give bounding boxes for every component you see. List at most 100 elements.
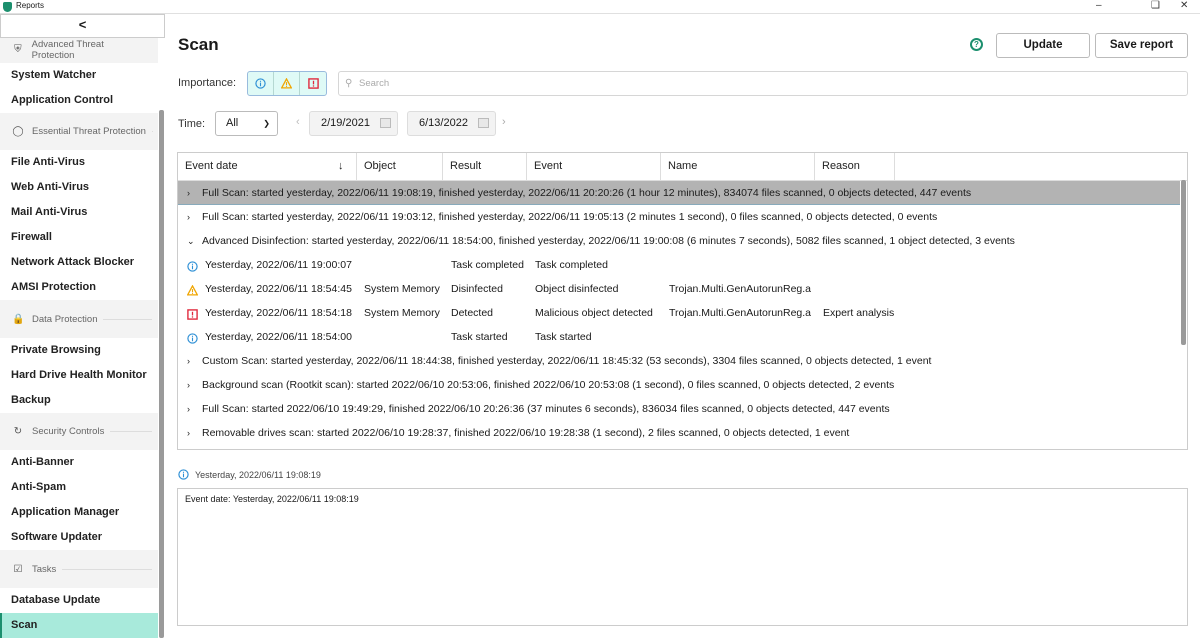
- column-event-date[interactable]: Event date ↓: [178, 153, 357, 180]
- close-icon[interactable]: ✕: [1180, 0, 1188, 11]
- shield-outline-icon: ◯: [12, 126, 24, 137]
- column-object[interactable]: Object: [357, 153, 443, 180]
- event-row[interactable]: Yesterday, 2022/06/11 18:54:00 Task star…: [178, 325, 1180, 349]
- sidebar-item-file-anti-virus[interactable]: File Anti-Virus: [0, 150, 158, 175]
- previous-period-button[interactable]: ‹: [296, 116, 300, 128]
- group-row[interactable]: › Removable drives scan: started 2022/06/…: [178, 421, 1180, 445]
- group-row[interactable]: › Background scan (Rootkit scan): started…: [178, 373, 1180, 397]
- chevron-right-icon[interactable]: ›: [187, 181, 190, 205]
- table-scrollbar[interactable]: [1181, 180, 1186, 345]
- chevron-right-icon[interactable]: ›: [187, 421, 190, 445]
- section-title: Essential Threat Protection: [32, 126, 146, 137]
- divider: [103, 318, 152, 320]
- sidebar-item-system-watcher[interactable]: System Watcher: [0, 63, 158, 88]
- date-from-field[interactable]: 2/19/2021: [309, 111, 398, 136]
- group-summary: Background scan (Rootkit scan): started …: [202, 379, 895, 391]
- cell-event-date: Yesterday, 2022/06/11 18:54:45: [205, 283, 352, 295]
- app-logo-icon: [3, 2, 12, 12]
- chevron-right-icon[interactable]: ›: [187, 397, 190, 421]
- chevron-right-icon[interactable]: ›: [187, 373, 190, 397]
- cell-result: Task completed: [451, 259, 524, 271]
- details-title: Yesterday, 2022/06/11 19:08:19: [195, 469, 321, 480]
- group-row[interactable]: › Full Scan: started yesterday, 2022/06/1…: [178, 205, 1180, 229]
- next-period-button[interactable]: ›: [502, 116, 506, 128]
- sidebar-items: Anti-Banner Anti-Spam Application Manager S…: [0, 450, 158, 550]
- chevron-right-icon[interactable]: ›: [187, 205, 190, 229]
- info-filter-toggle[interactable]: [248, 72, 274, 95]
- critical-icon: [307, 78, 319, 89]
- divider: [62, 568, 152, 570]
- severity-indicator: [187, 326, 198, 350]
- info-icon: [187, 333, 198, 344]
- event-row[interactable]: Yesterday, 2022/06/11 18:54:18 System Me…: [178, 301, 1180, 325]
- group-row[interactable]: › Full Scan: started 2022/06/10 19:49:29,…: [178, 397, 1180, 421]
- info-icon: [178, 469, 189, 480]
- chevron-right-icon[interactable]: ›: [187, 349, 190, 373]
- sidebar-item-backup[interactable]: Backup: [0, 388, 158, 413]
- sidebar-item-mail-anti-virus[interactable]: Mail Anti-Virus: [0, 200, 158, 225]
- column-reason[interactable]: Reason: [815, 153, 895, 180]
- sidebar-item-application-control[interactable]: Application Control: [0, 88, 158, 113]
- sidebar-items: Database Update Scan: [0, 588, 158, 638]
- sidebar-scrollbar[interactable]: [159, 110, 164, 638]
- cell-result: Task started: [451, 331, 508, 343]
- cell-result: Detected: [451, 307, 494, 319]
- divider: [110, 431, 152, 432]
- clipboard-check-icon: ☑: [13, 563, 23, 575]
- save-report-button[interactable]: Save report: [1095, 33, 1188, 58]
- severity-indicator: [187, 254, 198, 278]
- search-icon: ⚲: [345, 78, 353, 89]
- group-summary: Custom Scan: started yesterday, 2022/06/…: [202, 355, 932, 367]
- warning-filter-toggle[interactable]: [274, 72, 300, 95]
- date-to-field[interactable]: 6/13/2022: [407, 111, 496, 136]
- section-title: Data Protection: [32, 313, 98, 325]
- sidebar-item-application-manager[interactable]: Application Manager: [0, 500, 158, 525]
- calendar-icon[interactable]: [380, 118, 391, 128]
- search-input[interactable]: ⚲ Search: [338, 71, 1188, 96]
- title-bar: Reports – ❑ ✕: [0, 0, 1200, 14]
- restore-icon[interactable]: ❑: [1151, 0, 1160, 11]
- cell-event: Task started: [535, 331, 592, 343]
- update-button[interactable]: Update: [996, 33, 1090, 58]
- cell-event: Malicious object detected: [535, 307, 653, 319]
- sidebar-section-header: ☑ Tasks: [0, 550, 158, 588]
- sidebar-section-header: ⛨ Advanced Threat Protection: [0, 37, 158, 62]
- refresh-icon: ↻: [13, 426, 23, 437]
- critical-filter-toggle[interactable]: [300, 72, 326, 95]
- time-select[interactable]: All ❯: [215, 111, 278, 136]
- sidebar-item-hard-drive-health-monitor[interactable]: Hard Drive Health Monitor: [0, 363, 158, 388]
- sidebar-item-database-update[interactable]: Database Update: [0, 588, 158, 613]
- sidebar-item-firewall[interactable]: Firewall: [0, 225, 158, 250]
- sidebar-item-anti-banner[interactable]: Anti-Banner: [0, 450, 158, 475]
- section-title: Security Controls: [32, 426, 105, 437]
- severity-indicator: [187, 302, 198, 326]
- help-icon[interactable]: ?: [970, 38, 983, 51]
- column-name[interactable]: Name: [661, 153, 815, 180]
- collapse-sidebar-button[interactable]: <: [0, 14, 165, 38]
- details-text: Event date: Yesterday, 2022/06/11 19:08:…: [185, 494, 359, 504]
- cell-event: Task completed: [535, 259, 608, 271]
- column-event[interactable]: Event: [527, 153, 661, 180]
- sidebar-item-anti-spam[interactable]: Anti-Spam: [0, 475, 158, 500]
- importance-label: Importance:: [178, 77, 237, 89]
- calendar-icon[interactable]: [478, 118, 489, 128]
- event-row[interactable]: Yesterday, 2022/06/11 18:54:45 System Me…: [178, 277, 1180, 301]
- column-result[interactable]: Result: [443, 153, 527, 180]
- group-row[interactable]: ⌄ Advanced Disinfection: started yesterda…: [178, 229, 1180, 253]
- sidebar-item-amsi-protection[interactable]: AMSI Protection: [0, 275, 158, 300]
- sidebar-item-network-attack-blocker[interactable]: Network Attack Blocker: [0, 250, 158, 275]
- group-row[interactable]: › Full Scan: started yesterday, 2022/06/1…: [178, 181, 1180, 205]
- sidebar-item-web-anti-virus[interactable]: Web Anti-Virus: [0, 175, 158, 200]
- sidebar-item-private-browsing[interactable]: Private Browsing: [0, 338, 158, 363]
- sidebar-item-scan[interactable]: Scan: [0, 613, 158, 638]
- table-header: Event date ↓ Object Result Event Name Rea…: [178, 153, 1187, 181]
- sidebar-item-software-updater[interactable]: Software Updater: [0, 525, 158, 550]
- sidebar-section-header: 🔒 Data Protection: [0, 300, 158, 338]
- group-summary: Advanced Disinfection: started yesterday…: [202, 235, 1015, 247]
- minimize-icon[interactable]: –: [1096, 0, 1102, 11]
- event-row[interactable]: Yesterday, 2022/06/11 19:00:07 Task comp…: [178, 253, 1180, 277]
- details-panel: Event date: Yesterday, 2022/06/11 19:08:…: [177, 488, 1188, 626]
- group-row[interactable]: › Custom Scan: started yesterday, 2022/06…: [178, 349, 1180, 373]
- date-to-value: 6/13/2022: [419, 117, 468, 129]
- chevron-down-icon[interactable]: ⌄: [187, 229, 195, 253]
